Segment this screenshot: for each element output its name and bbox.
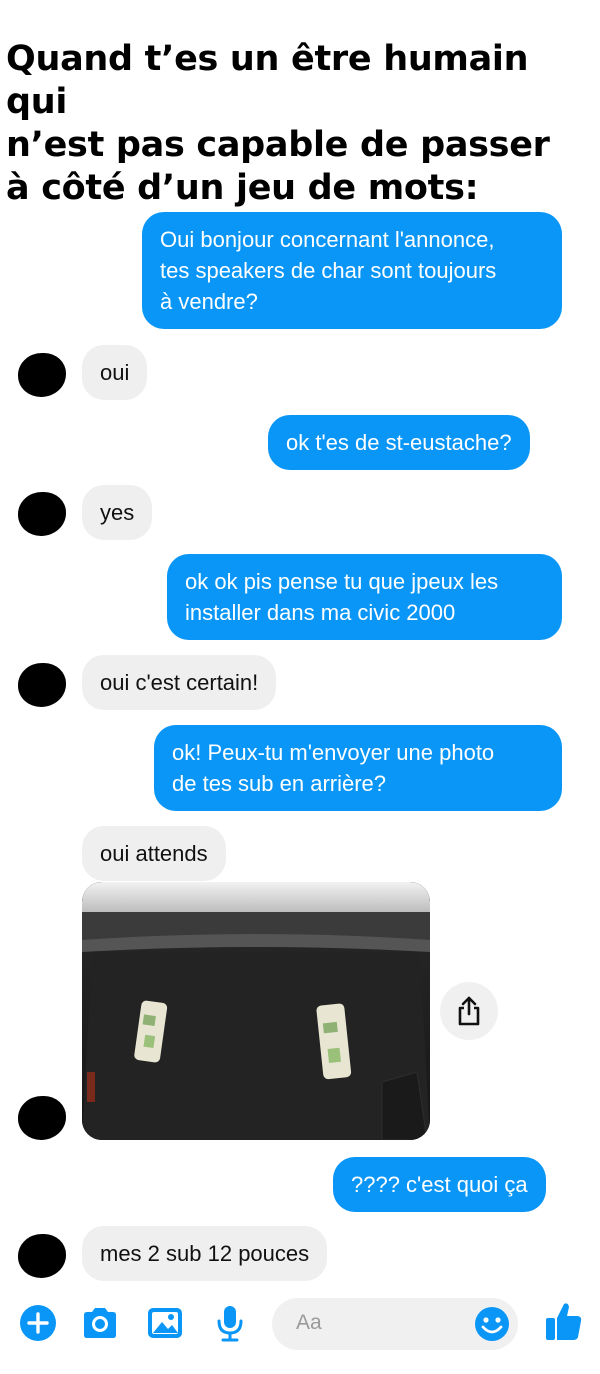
camera-icon[interactable] [80,1303,120,1343]
message-input-placeholder: Aa [296,1311,322,1334]
outgoing-message[interactable]: ok ok pis pense tu que jpeux les install… [167,554,562,640]
incoming-message[interactable]: oui c'est certain! [82,655,277,710]
thumbs-up-icon[interactable] [544,1300,584,1340]
image-icon[interactable] [145,1303,185,1343]
avatar[interactable] [18,1234,66,1278]
incoming-message[interactable]: yes [82,485,153,540]
message-input[interactable]: Aa [272,1298,518,1350]
message-text-line: de tes sub en arrière? [172,771,387,796]
caption-line: Quand t’es un être humain qui [6,39,529,122]
incoming-message[interactable]: mes 2 sub 12 pouces [82,1226,328,1281]
message-text-line: ok ok pis pense tu que jpeux les [185,569,499,594]
microphone-icon[interactable] [210,1303,250,1343]
message-text: oui attends [100,841,208,866]
message-text: yes [100,500,135,525]
incoming-message[interactable]: oui [82,345,148,400]
message-text: ???? c'est quoi ça [351,1172,528,1197]
message-text: mes 2 sub 12 pouces [100,1241,310,1266]
share-button[interactable] [440,982,498,1040]
trunk-photo[interactable] [82,882,430,1140]
message-text-line: installer dans ma civic 2000 [185,600,456,625]
outgoing-message[interactable]: ok t'es de st-eustache? [268,415,530,470]
incoming-message[interactable]: oui attends [82,826,226,881]
avatar[interactable] [18,1096,66,1140]
message-text: oui c'est certain! [100,670,259,695]
emoji-icon[interactable] [474,1306,510,1342]
trunk-photo-image [82,882,430,1140]
avatar[interactable] [18,353,66,397]
share-icon [458,996,480,1026]
message-text-line: à vendre? [160,289,258,314]
message-text: oui [100,360,130,385]
outgoing-message[interactable]: Oui bonjour concernant l'annonce, tes sp… [142,212,562,329]
avatar[interactable] [18,663,66,707]
message-text-line: Oui bonjour concernant l'annonce, [160,227,495,252]
outgoing-message[interactable]: ok! Peux-tu m'envoyer une photo de tes s… [154,725,562,811]
outgoing-message[interactable]: ???? c'est quoi ça [333,1157,546,1212]
avatar[interactable] [18,492,66,536]
meme-caption: Quand t’es un être humain qui n’est pas … [6,38,596,210]
caption-line: n’est pas capable de passer [6,125,550,165]
message-text-line: ok! Peux-tu m'envoyer une photo [172,740,495,765]
message-text-line: tes speakers de char sont toujours [160,258,497,283]
message-text: ok t'es de st-eustache? [286,430,512,455]
caption-line: à côté d’un jeu de mots: [6,168,479,208]
plus-icon[interactable] [18,1303,58,1343]
